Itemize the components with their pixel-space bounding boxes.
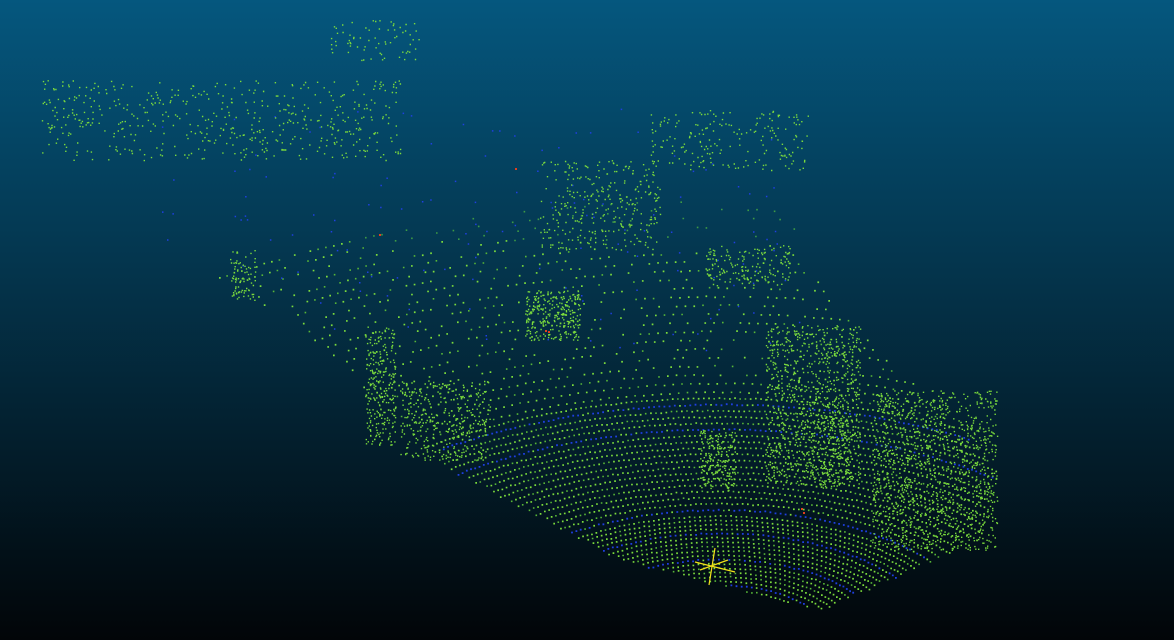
background-gradient [0,0,1174,640]
point-cloud-viewport[interactable] [0,0,1174,640]
point-cloud-canvas[interactable] [0,0,1174,640]
